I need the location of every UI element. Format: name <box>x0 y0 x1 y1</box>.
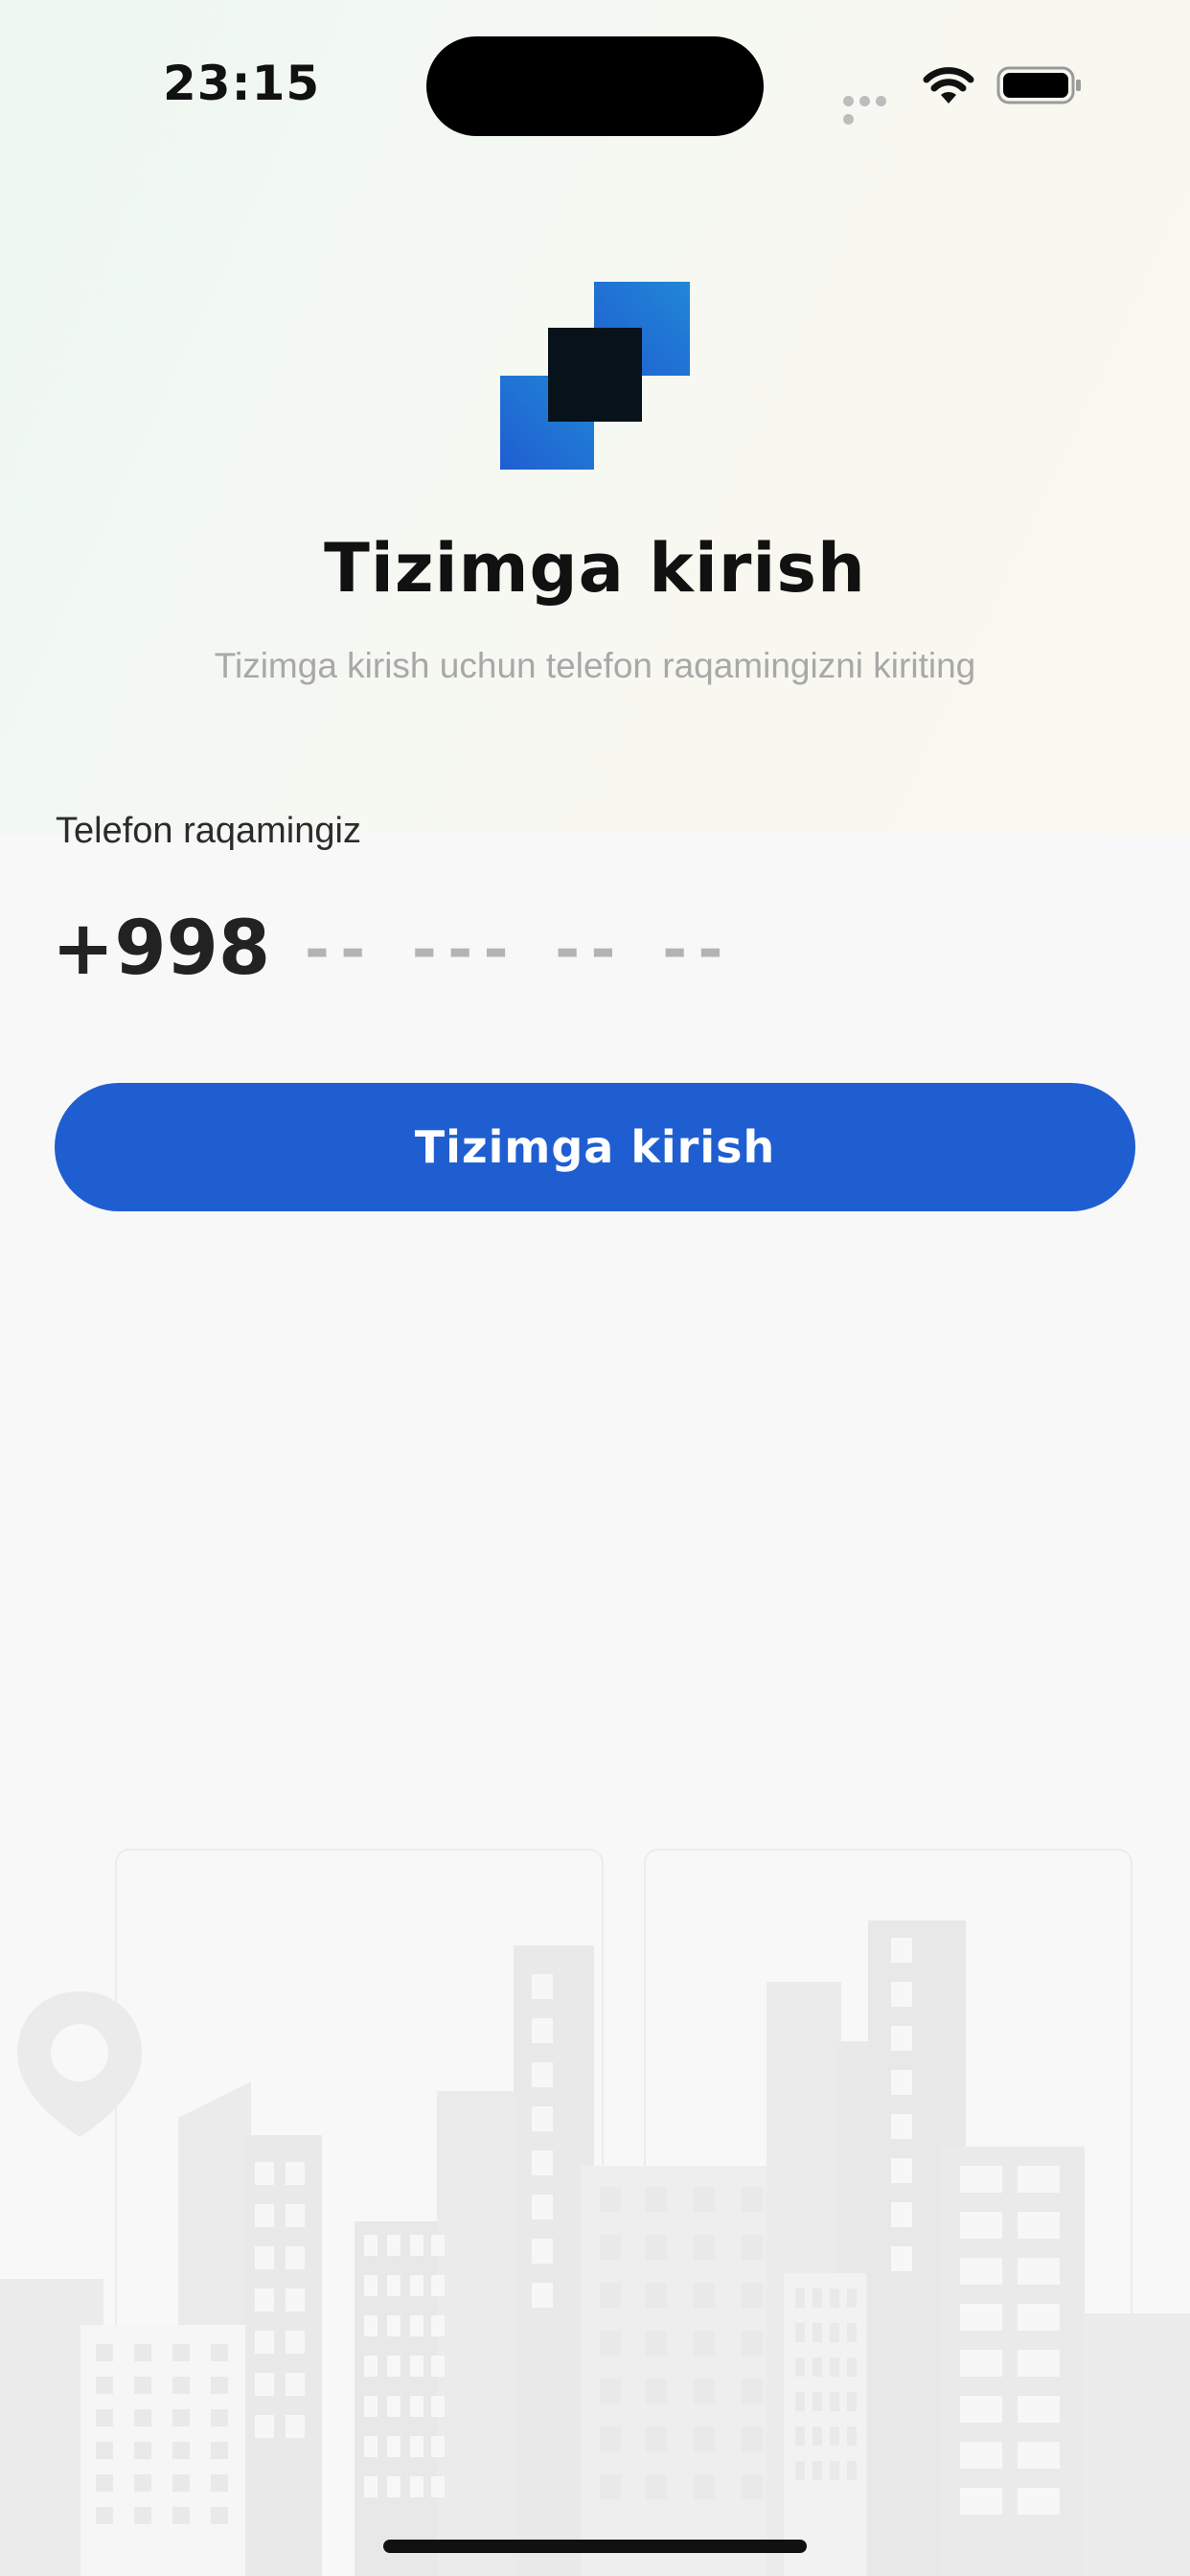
battery-icon <box>996 66 1081 104</box>
phone-input-row: +998 <box>52 901 971 997</box>
city-skyline-illustration <box>0 1849 1190 2576</box>
home-indicator <box>383 2540 807 2553</box>
phone-field-label: Telefon raqamingiz <box>56 811 361 851</box>
cellular-signal-icon <box>843 92 906 125</box>
page-title: Tizimga kirish <box>324 529 866 608</box>
wifi-icon <box>923 67 974 104</box>
app-logo-icon <box>500 282 690 470</box>
phone-number-input[interactable] <box>299 906 971 992</box>
location-pin-icon <box>17 1991 142 2137</box>
page-subtitle: Tizimga kirish uchun telefon raqamingizn… <box>214 646 976 685</box>
dynamic-island <box>426 36 764 136</box>
login-button[interactable]: Tizimga kirish <box>55 1083 1135 1211</box>
status-time: 23:15 <box>163 56 321 111</box>
country-code-prefix: +998 <box>52 906 271 992</box>
